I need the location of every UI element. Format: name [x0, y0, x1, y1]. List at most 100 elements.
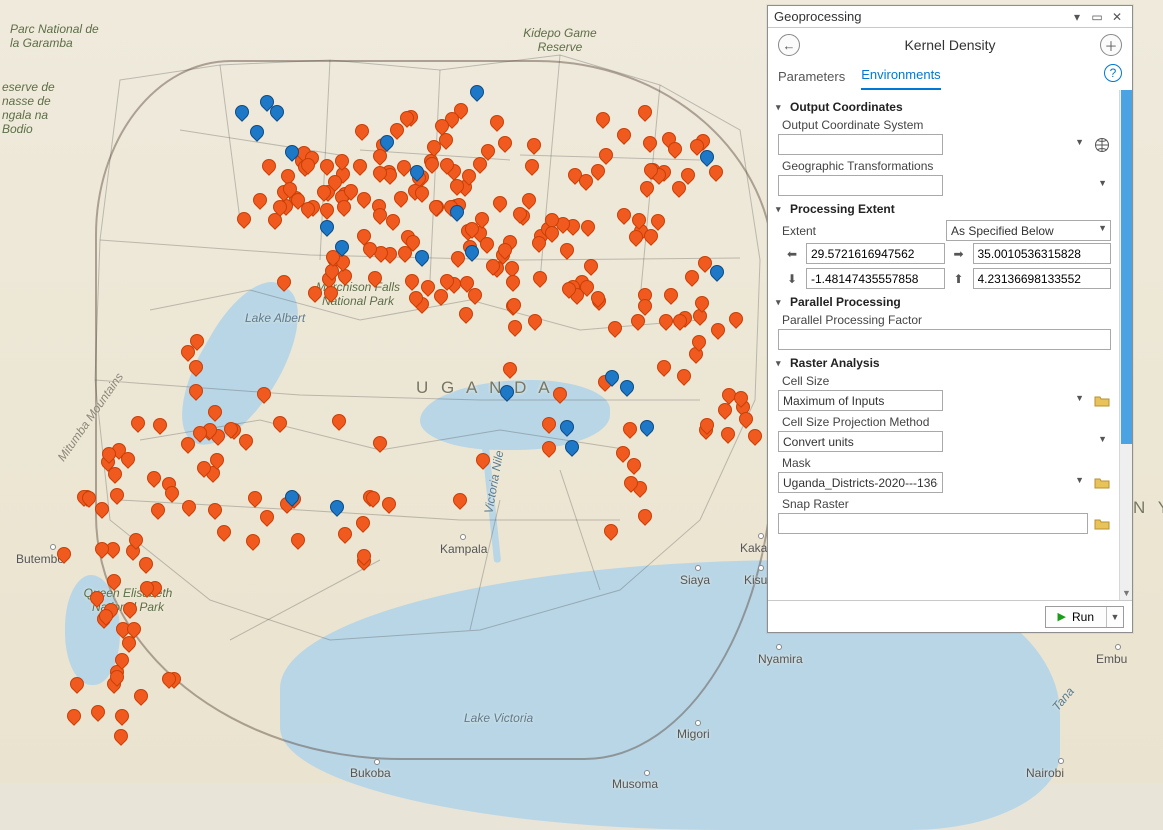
orange-pin[interactable]	[500, 360, 520, 380]
folder-icon[interactable]	[1092, 473, 1111, 492]
snap-raster-input[interactable]	[778, 513, 1088, 534]
orange-pin[interactable]	[274, 272, 294, 292]
orange-pin[interactable]	[111, 726, 131, 746]
orange-pin[interactable]	[270, 413, 290, 433]
orange-pin[interactable]	[54, 544, 74, 564]
scrollbar-thumb[interactable]	[1121, 90, 1132, 444]
orange-pin[interactable]	[596, 145, 616, 165]
orange-pin[interactable]	[353, 513, 373, 533]
orange-pin[interactable]	[674, 366, 694, 386]
orange-pin[interactable]	[234, 209, 254, 229]
orange-pin[interactable]	[640, 133, 660, 153]
tab-environments[interactable]: Environments	[861, 67, 940, 90]
blue-pin[interactable]	[247, 122, 267, 142]
orange-pin[interactable]	[205, 402, 225, 422]
blue-pin[interactable]	[232, 102, 252, 122]
extent-bottom-input[interactable]	[806, 268, 945, 289]
orange-pin[interactable]	[150, 415, 170, 435]
orange-pin[interactable]	[350, 156, 370, 176]
orange-pin[interactable]	[525, 311, 545, 331]
folder-icon[interactable]	[1092, 514, 1111, 533]
run-options-dropdown[interactable]: ▼	[1107, 607, 1123, 627]
orange-pin[interactable]	[112, 706, 132, 726]
orange-pin[interactable]	[581, 256, 601, 276]
orange-pin[interactable]	[205, 500, 225, 520]
run-button[interactable]: ▶Run ▼	[1045, 606, 1124, 628]
orange-pin[interactable]	[250, 190, 270, 210]
blue-pin[interactable]	[557, 417, 577, 437]
scroll-down-icon[interactable]: ▼	[1120, 586, 1132, 600]
orange-pin[interactable]	[682, 267, 702, 287]
orange-pin[interactable]	[495, 133, 515, 153]
orange-pin[interactable]	[745, 426, 765, 446]
blue-pin[interactable]	[412, 247, 432, 267]
section-raster-analysis[interactable]: ▾ Raster Analysis	[776, 356, 1111, 370]
orange-pin[interactable]	[288, 530, 308, 550]
help-icon[interactable]: ?	[1104, 64, 1122, 82]
orange-pin[interactable]	[136, 554, 156, 574]
orange-pin[interactable]	[243, 532, 263, 552]
orange-pin[interactable]	[402, 271, 422, 291]
orange-pin[interactable]	[318, 200, 338, 220]
orange-pin[interactable]	[490, 193, 510, 213]
orange-pin[interactable]	[503, 272, 523, 292]
orange-pin[interactable]	[107, 485, 127, 505]
orange-pin[interactable]	[505, 318, 525, 338]
orange-pin[interactable]	[715, 401, 735, 421]
orange-pin[interactable]	[89, 702, 109, 722]
orange-pin[interactable]	[352, 121, 372, 141]
orange-pin[interactable]	[258, 507, 278, 527]
orange-pin[interactable]	[148, 500, 168, 520]
orange-pin[interactable]	[654, 357, 674, 377]
orange-pin[interactable]	[329, 411, 349, 431]
orange-pin[interactable]	[661, 285, 681, 305]
orange-pin[interactable]	[593, 109, 613, 129]
blue-pin[interactable]	[562, 437, 582, 457]
orange-pin[interactable]	[522, 156, 542, 176]
section-parallel-processing[interactable]: ▾ Parallel Processing	[776, 295, 1111, 309]
extent-right-input[interactable]	[973, 243, 1112, 264]
orange-pin[interactable]	[332, 151, 352, 171]
orange-pin[interactable]	[601, 521, 621, 541]
orange-pin[interactable]	[120, 599, 140, 619]
orange-pin[interactable]	[450, 490, 470, 510]
orange-pin[interactable]	[557, 240, 577, 260]
orange-pin[interactable]	[456, 304, 476, 324]
add-favorite-button[interactable]: ＋	[1100, 34, 1122, 56]
orange-pin[interactable]	[539, 438, 559, 458]
orange-pin[interactable]	[144, 468, 164, 488]
extent-mode-select[interactable]	[946, 220, 1111, 241]
blue-pin[interactable]	[497, 382, 517, 402]
blue-pin[interactable]	[617, 377, 637, 397]
tab-parameters[interactable]: Parameters	[778, 69, 845, 90]
orange-pin[interactable]	[371, 433, 391, 453]
orange-pin[interactable]	[254, 384, 274, 404]
projection-method-select[interactable]	[778, 431, 943, 452]
close-icon[interactable]: ✕	[1108, 8, 1126, 26]
orange-pin[interactable]	[635, 102, 655, 122]
scrollbar[interactable]: ▼	[1119, 90, 1132, 600]
orange-pin[interactable]	[726, 309, 746, 329]
blue-pin[interactable]	[317, 217, 337, 237]
orange-pin[interactable]	[67, 674, 87, 694]
orange-pin[interactable]	[718, 424, 738, 444]
orange-pin[interactable]	[64, 706, 84, 726]
orange-pin[interactable]	[550, 384, 570, 404]
geographic-transformations-select[interactable]	[778, 175, 943, 196]
extent-top-input[interactable]	[973, 268, 1112, 289]
float-icon[interactable]: ▭	[1088, 8, 1106, 26]
back-button[interactable]: ←	[778, 34, 800, 56]
parallel-factor-input[interactable]	[778, 329, 1111, 350]
orange-pin[interactable]	[335, 524, 355, 544]
orange-pin[interactable]	[214, 522, 234, 542]
orange-pin[interactable]	[621, 419, 641, 439]
orange-pin[interactable]	[128, 414, 148, 434]
orange-pin[interactable]	[186, 382, 206, 402]
orange-pin[interactable]	[179, 497, 199, 517]
extent-left-input[interactable]	[806, 243, 945, 264]
orange-pin[interactable]	[365, 268, 385, 288]
output-coordinate-system-select[interactable]	[778, 134, 943, 155]
orange-pin[interactable]	[104, 572, 124, 592]
orange-pin[interactable]	[635, 506, 655, 526]
globe-icon[interactable]	[1092, 135, 1111, 154]
